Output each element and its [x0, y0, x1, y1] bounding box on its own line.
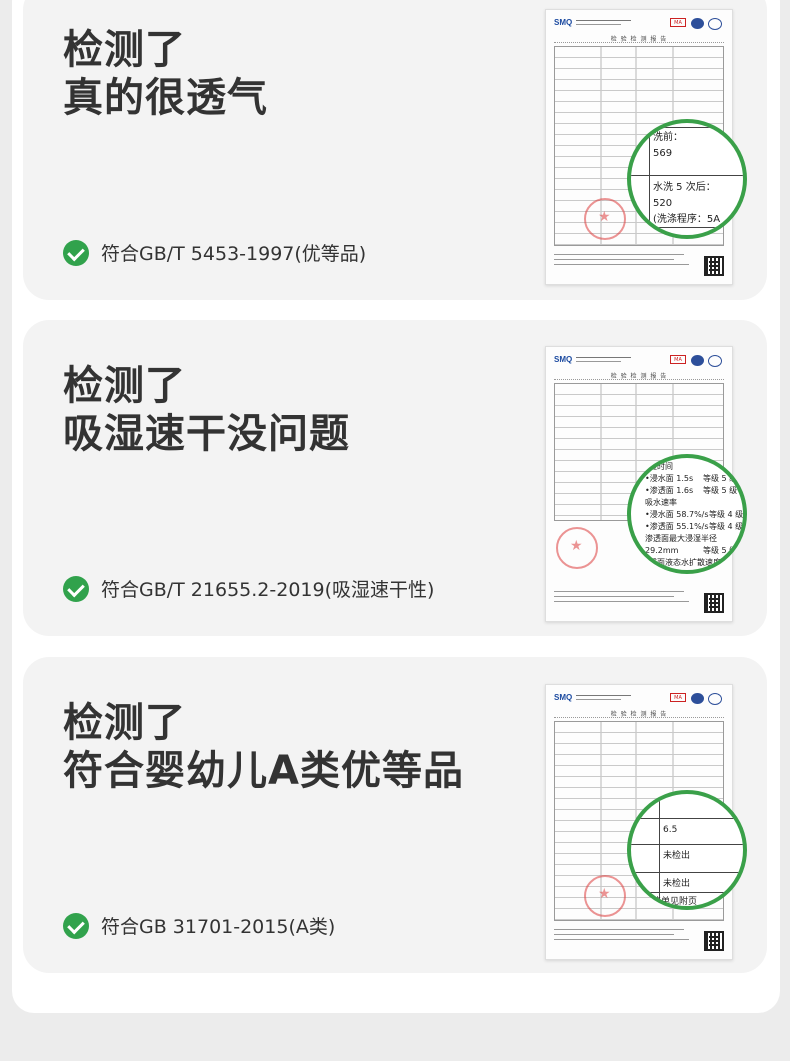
- lens-grid-line: [631, 175, 743, 176]
- report-header: SMQ MA: [554, 693, 724, 707]
- report-footer: [554, 927, 692, 947]
- headline-line-2: 真的很透气: [63, 75, 268, 121]
- lens-grid-line: [649, 123, 650, 235]
- ma-cert-icon: MA: [670, 355, 686, 364]
- report-footer: [554, 589, 692, 609]
- smq-logo: SMQ: [554, 355, 573, 364]
- check-circle-icon: [63, 239, 89, 266]
- magnifier-callout: 湿时间 •浸水面 1.5s 等级 5 级 •渗透面 1.6s 等级 5 级 吸水…: [627, 454, 747, 574]
- lens-text: 6.5: [663, 825, 678, 835]
- headline-line-2: 符合婴幼儿A类优等品: [63, 748, 464, 794]
- test-card-moisture-wicking: 检测了 吸湿速干没问题 符合GB/T 21655.2-2019(吸湿速干性) S…: [23, 320, 767, 636]
- lens-text: 未检出: [663, 879, 691, 889]
- logo-text-line: [576, 357, 631, 358]
- standard-label: 符合GB/T 5453-1997(优等品): [101, 243, 367, 265]
- lens-text: 吸水速率: [645, 498, 677, 507]
- magnifier-callout: 洗前： 569 水洗 5 次后： 520 (洗涤程序：5A: [627, 119, 747, 239]
- qr-code-icon: [704, 256, 724, 276]
- cnas-logo-icon: [691, 18, 704, 29]
- report-header: SMQ MA: [554, 355, 724, 369]
- standard-compliance: 符合GB/T 21655.2-2019(吸湿速干性): [63, 575, 434, 602]
- logo-text-line: [576, 20, 631, 21]
- headline-line-2: 吸湿速干没问题: [63, 411, 350, 457]
- lens-text: 569: [653, 148, 673, 159]
- headline-line-1: 检测了: [63, 700, 186, 746]
- standard-label: 符合GB/T 21655.2-2019(吸湿速干性): [101, 579, 435, 601]
- footer-line: [554, 929, 684, 930]
- qr-code-icon: [704, 593, 724, 613]
- report-footer: [554, 252, 692, 272]
- lens-text: 渗透面最大浸湿半径: [645, 534, 717, 543]
- report-divider: [554, 717, 724, 718]
- cnas-logo-icon: [691, 693, 704, 704]
- footer-line: [554, 254, 684, 255]
- ma-cert-icon: MA: [670, 18, 686, 27]
- smq-logo: SMQ: [554, 18, 573, 27]
- report-header: SMQ MA: [554, 18, 724, 32]
- card-headline: 检测了 真的很透气: [63, 26, 268, 122]
- footer-line: [554, 601, 689, 602]
- lens-text: 等级 4 级: [709, 522, 744, 531]
- headline-line-1: 检测了: [63, 363, 186, 409]
- card-headline: 检测了 吸湿速干没问题: [63, 362, 350, 458]
- lens-text: 湿时间: [649, 462, 673, 471]
- lens-text: 等级 5 级: [703, 546, 738, 555]
- lens-grid-line: [631, 892, 743, 893]
- lens-text: 等级 4 级: [709, 510, 744, 519]
- footer-line: [554, 934, 674, 935]
- ilac-logo-icon: [708, 355, 722, 367]
- logo-text-line: [576, 24, 621, 25]
- lens-grid-line: [631, 872, 743, 873]
- lens-grid-line: [631, 818, 743, 819]
- report-divider: [554, 42, 724, 43]
- logo-text-line: [576, 695, 631, 696]
- lens-text: 水洗 5 次后：: [653, 182, 716, 193]
- footer-line: [554, 591, 684, 592]
- headline-line-1: 检测了: [63, 27, 186, 73]
- qr-code-icon: [704, 931, 724, 951]
- lens-grid-line: [659, 794, 660, 906]
- lens-grid-line: [631, 227, 743, 228]
- lens-text: 等级 5 级: [703, 486, 738, 495]
- lens-text: •渗透面 1.6s: [645, 486, 694, 495]
- ma-cert-icon: MA: [670, 693, 686, 702]
- smq-logo: SMQ: [554, 693, 573, 702]
- standard-compliance: 符合GB 31701-2015(A类): [63, 912, 335, 939]
- lens-grid-line: [631, 844, 743, 845]
- logo-text-line: [576, 361, 621, 362]
- lens-text: 29.2mm: [645, 546, 679, 555]
- cnas-logo-icon: [691, 355, 704, 366]
- check-circle-icon: [63, 575, 89, 602]
- standard-label: 符合GB 31701-2015(A类): [101, 916, 336, 938]
- lens-grid-line: [631, 127, 743, 128]
- lens-text: •渗透面 55.1%/s: [645, 522, 709, 531]
- lens-text: •浸水面 1.5s: [645, 474, 694, 483]
- magnifier-callout: 6.5 未检出 未检出 质清单见附页: [627, 790, 747, 910]
- lens-text: 洗前：: [653, 132, 683, 143]
- lens-text: 未检出: [663, 851, 691, 861]
- check-circle-icon: [63, 912, 89, 939]
- ilac-logo-icon: [708, 18, 722, 30]
- footer-line: [554, 939, 689, 940]
- lens-text: •浸水面 58.7%/s: [645, 510, 709, 519]
- red-seal-icon: [556, 527, 598, 569]
- card-headline: 检测了 符合婴幼儿A类优等品: [63, 699, 464, 795]
- red-seal-icon: [584, 198, 626, 240]
- lens-text: 透面液态水扩散速度: [649, 558, 721, 567]
- test-card-breathability: 检测了 真的很透气 符合GB/T 5453-1997(优等品) SMQ MA 检…: [23, 0, 767, 300]
- footer-line: [554, 596, 674, 597]
- lens-text: 520: [653, 198, 673, 209]
- lens-text: (洗涤程序：5A: [653, 214, 721, 225]
- standard-compliance: 符合GB/T 5453-1997(优等品): [63, 239, 366, 266]
- red-seal-icon: [584, 875, 626, 917]
- test-card-infant-class-a: 检测了 符合婴幼儿A类优等品 符合GB 31701-2015(A类) SMQ M…: [23, 657, 767, 973]
- footer-line: [554, 259, 674, 260]
- report-divider: [554, 379, 724, 380]
- logo-text-line: [576, 699, 621, 700]
- lens-text: 等级 5 级: [703, 474, 738, 483]
- ilac-logo-icon: [708, 693, 722, 705]
- footer-line: [554, 264, 689, 265]
